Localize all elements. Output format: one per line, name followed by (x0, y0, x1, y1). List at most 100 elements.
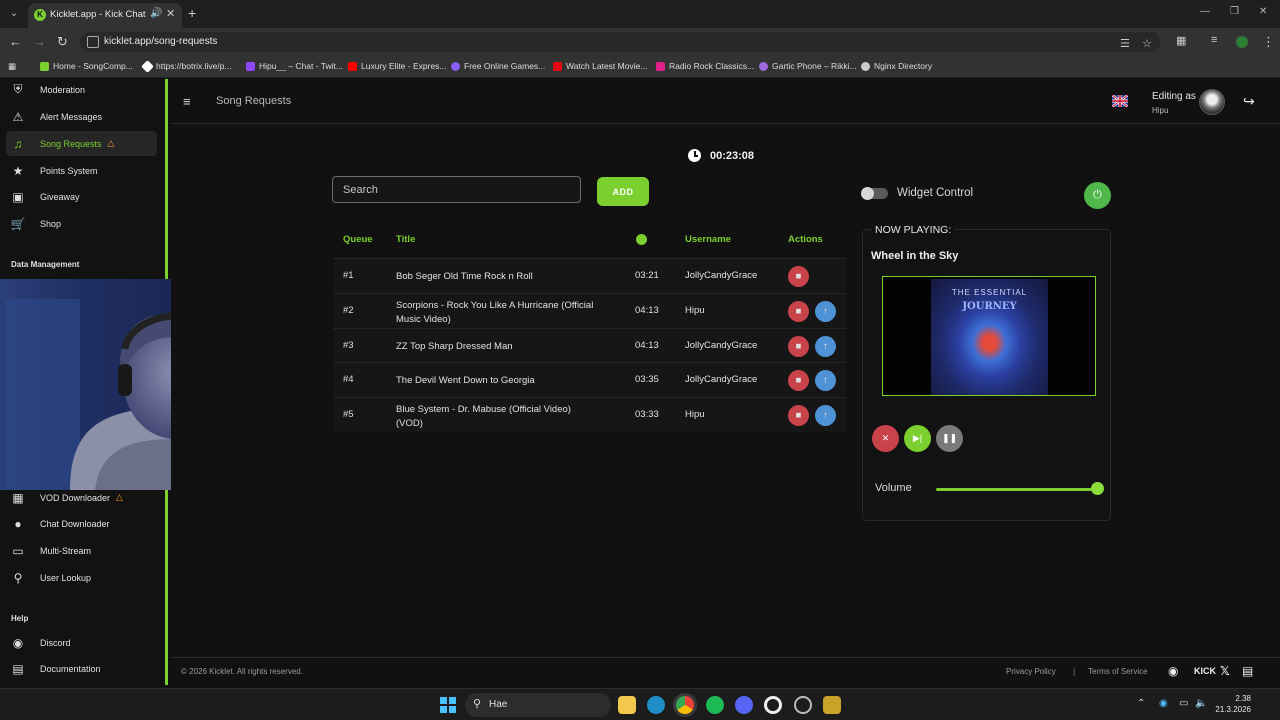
translate-icon[interactable]: ☰ (1120, 37, 1130, 50)
kick-icon[interactable]: KICK (1194, 666, 1216, 676)
bookmark-item[interactable]: Nginx Directory (861, 61, 932, 71)
sidebar-item-giveaway[interactable]: ▣ Giveaway (6, 184, 157, 209)
taskbar-date: 21.3.2026 (1215, 705, 1251, 714)
power-button[interactable]: ⏻ (1084, 182, 1111, 209)
move-up-button[interactable]: ↑ (815, 370, 836, 392)
extensions-icon[interactable]: ▦ (1176, 34, 1186, 47)
obs-icon[interactable] (764, 696, 782, 714)
bookmark-item[interactable]: Gartic Phone – Rikki... (759, 61, 857, 71)
delete-button[interactable]: ■ (788, 370, 809, 392)
shield-icon: ⛨ (13, 82, 23, 96)
tab-search-icon[interactable]: ⌄ (6, 6, 22, 22)
delete-button[interactable]: ■ (788, 266, 809, 287)
site-info-icon[interactable] (87, 36, 99, 48)
microphone-icon[interactable]: ◉ (1159, 698, 1168, 709)
volume-slider[interactable] (936, 488, 1098, 491)
uk-flag-icon[interactable] (1112, 95, 1128, 107)
sidebar-item-moderation[interactable]: ⛨ Moderation (6, 77, 157, 102)
docs-icon[interactable]: ▤ (1242, 664, 1253, 678)
trash-icon: ■ (795, 305, 802, 317)
sidebar-item-chat-downloader[interactable]: ● Chat Downloader (6, 511, 157, 536)
sidebar-item-user-lookup[interactable]: ⚲ User Lookup (6, 565, 157, 590)
bookmark-item[interactable]: Radio Rock Classics... (656, 61, 754, 71)
stop-button[interactable]: ✕ (872, 425, 899, 452)
menu-dots-icon[interactable]: ⋮ (1262, 34, 1275, 50)
privacy-policy-link[interactable]: Privacy Policy (1006, 667, 1056, 676)
url-text[interactable]: kicklet.app/song-requests (104, 36, 217, 47)
tab-strip: ⌄ K Kicklet.app - Kick Chatbot & ... 🔊 ✕… (0, 0, 1280, 28)
trash-icon: ■ (795, 271, 802, 282)
sidebar-item-song-requests[interactable]: ♫ Song Requests △ (6, 131, 157, 156)
menu-toggle-icon[interactable]: ≡ (183, 94, 191, 109)
skip-button[interactable]: ▶| (904, 425, 931, 452)
widget-control-toggle[interactable] (861, 186, 888, 200)
bookmark-item[interactable]: Free Online Games... (451, 61, 545, 71)
add-button[interactable]: ADD (597, 177, 649, 206)
delete-button[interactable]: ■ (788, 405, 809, 427)
network-icon[interactable]: ▭ (1179, 698, 1188, 709)
volume-handle[interactable] (1091, 482, 1104, 495)
forward-icon[interactable]: → (33, 34, 46, 49)
sidebar-item-discord[interactable]: ◉ Discord (6, 630, 157, 655)
move-up-button[interactable]: ↑ (815, 335, 836, 357)
close-window-icon[interactable]: ✕ (1259, 6, 1267, 17)
song-title: Scorpions - Rock You Like A Hurricane (O… (396, 299, 594, 325)
sidebar-item-shop[interactable]: 🛒 Shop (6, 211, 157, 236)
audio-icon[interactable]: 🔊 (150, 8, 162, 19)
pause-button[interactable]: ❚❚ (936, 425, 963, 452)
bookmark-star-icon[interactable]: ☆ (1142, 37, 1152, 50)
restore-icon[interactable]: ❐ (1230, 6, 1239, 17)
sidebar-item-alert-messages[interactable]: ⚠ Alert Messages (6, 104, 157, 129)
move-up-button[interactable]: ↑ (815, 300, 836, 322)
taskbar-clock[interactable]: 2.38 21.3.2026 (1213, 693, 1251, 715)
terms-of-service-link[interactable]: Terms of Service (1088, 667, 1148, 676)
tray-chevron-icon[interactable]: ⌃ (1137, 698, 1145, 709)
move-up-button[interactable]: ↑ (815, 405, 836, 427)
reload-icon[interactable]: ↻ (57, 34, 68, 50)
avatar[interactable] (1199, 89, 1225, 115)
volume-icon[interactable]: 🔈 (1195, 698, 1207, 709)
app-icon[interactable] (823, 696, 841, 714)
trash-icon: ■ (795, 375, 802, 387)
video-player[interactable]: THE ESSENTIAL JOURNEY (882, 276, 1096, 396)
warning-icon: ⚠ (12, 109, 24, 124)
bookmark-item[interactable]: Luxury Elite - Expres... (348, 61, 447, 71)
back-icon[interactable]: ← (9, 34, 22, 49)
sidebar-item-points-system[interactable]: ★ Points System (6, 158, 157, 183)
steam-icon[interactable] (794, 696, 812, 714)
active-tab[interactable]: K Kicklet.app - Kick Chatbot & ... 🔊 ✕ (28, 3, 182, 28)
cart-icon: 🛒 (10, 216, 26, 231)
taskbar-search[interactable]: ⚲ Hae (465, 693, 611, 717)
sidebar-item-label: Chat Downloader (40, 518, 110, 529)
file-explorer-icon[interactable] (618, 696, 636, 714)
clapper-icon: ▦ (12, 490, 24, 505)
search-input[interactable] (332, 176, 581, 203)
chrome-icon[interactable] (676, 696, 694, 714)
reading-list-icon[interactable]: ≡ (1211, 34, 1217, 46)
bookmark-item[interactable]: https://botrix.live/p... (141, 59, 232, 73)
section-data-management: Data Management (11, 260, 80, 269)
minimize-icon[interactable]: — (1200, 6, 1210, 17)
bookmark-item[interactable]: Home - SongComp... (40, 61, 133, 71)
song-duration: 03:35 (635, 374, 659, 386)
bookmark-item[interactable]: Hipu__ – Chat - Twit... (246, 61, 343, 71)
sidebar-item-documentation[interactable]: ▤ Documentation (6, 656, 157, 681)
apps-grid-icon[interactable]: ▦ (8, 61, 16, 72)
windows-start-icon[interactable] (440, 697, 456, 713)
logitech-icon[interactable] (647, 696, 665, 714)
omnibox[interactable]: kicklet.app/song-requests ☰ ☆ (80, 32, 1160, 52)
close-circle-icon: ✕ (881, 433, 890, 443)
search-icon: ⚲ (473, 698, 482, 710)
delete-button[interactable]: ■ (788, 335, 809, 357)
discord-icon[interactable]: ◉ (1168, 664, 1178, 678)
close-tab-icon[interactable]: ✕ (166, 7, 175, 20)
profile-avatar[interactable] (1236, 36, 1248, 48)
sidebar-item-multi-stream[interactable]: ▭ Multi-Stream (6, 538, 157, 563)
logout-icon[interactable]: ↪ (1243, 93, 1255, 110)
x-icon[interactable]: 𝕏 (1220, 664, 1230, 678)
discord-icon[interactable] (735, 696, 753, 714)
delete-button[interactable]: ■ (788, 300, 809, 322)
bookmark-item[interactable]: Watch Latest Movie... (553, 61, 647, 71)
new-tab-icon[interactable]: + (188, 5, 196, 21)
spotify-icon[interactable] (706, 696, 724, 714)
